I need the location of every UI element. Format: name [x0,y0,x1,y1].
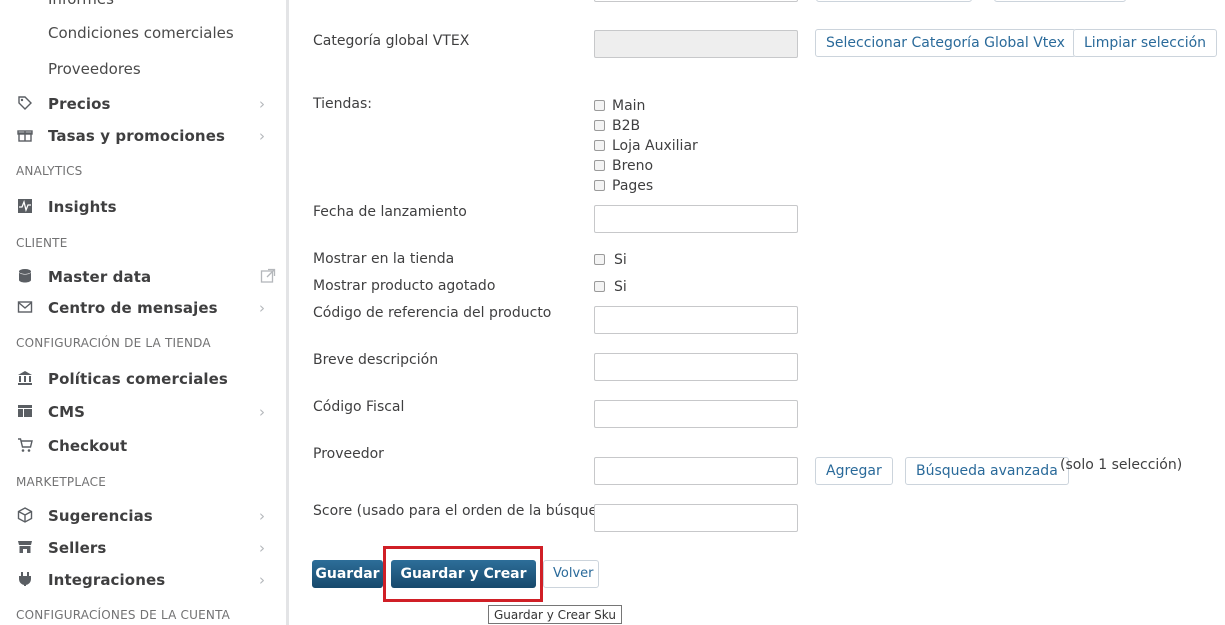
sidebar-item-insights[interactable]: Insights [0,195,286,221]
partial-button[interactable] [816,0,972,2]
section-cliente: CLIENTE [16,236,68,250]
codigo-ref-input[interactable] [594,306,798,334]
sidebar-item-label: CMS [48,403,86,421]
section-analytics: ANALYTICS [16,164,83,178]
fecha-input[interactable] [594,205,798,233]
database-icon [16,268,34,286]
chevron-right-icon: › [259,539,265,557]
categoria-global-label: Categoría global VTEX [313,33,470,49]
sidebar-divider [286,0,289,625]
chevron-right-icon: › [259,571,265,589]
tienda-pages-checkbox[interactable] [594,180,605,191]
sidebar-item-sugerencias[interactable]: Sugerencias › [0,504,286,530]
bank-icon [16,370,34,388]
agotado-option: Si [614,279,627,295]
chevron-right-icon: › [259,507,265,525]
sidebar-item-politicas[interactable]: Políticas comerciales [0,367,286,393]
cart-icon [16,437,34,455]
sidebar-item-label: Checkout [48,437,128,455]
sidebar-item-tasas[interactable]: Tasas y promociones › [0,124,286,150]
sidebar-subitem-informes[interactable]: Informes [48,0,114,8]
chevron-right-icon: › [259,127,265,145]
score-input[interactable] [594,504,798,532]
sidebar-item-mensajes[interactable]: Centro de mensajes › [0,296,286,322]
mostrar-tienda-checkbox[interactable] [594,254,605,265]
sidebar-item-checkout[interactable]: Checkout [0,434,286,460]
fiscal-input[interactable] [594,400,798,428]
mostrar-tienda-option: Si [614,252,627,268]
tienda-label: Loja Auxiliar [612,138,698,154]
solo-seleccion-note: (solo 1 selección) [1060,457,1183,473]
mostrar-tienda-label: Mostrar en la tienda [313,251,455,267]
sidebar-item-sellers[interactable]: Sellers › [0,536,286,562]
tiendas-label: Tiendas: [313,96,372,112]
tienda-main-checkbox[interactable] [594,100,605,111]
proveedor-input[interactable] [594,457,798,485]
external-link-icon [260,268,276,284]
score-label: Score (usado para el orden de la búsqued… [313,503,621,519]
agregar-button[interactable]: Agregar [815,457,893,485]
chevron-right-icon: › [259,299,265,317]
fecha-label: Fecha de lanzamiento [313,204,467,220]
chevron-right-icon: › [259,95,265,113]
sidebar-item-label: Sellers [48,539,107,557]
fiscal-label: Código Fiscal [313,399,405,415]
clear-selection-button[interactable]: Limpiar selección [1073,29,1218,57]
sidebar-item-integraciones[interactable]: Integraciones › [0,568,286,594]
agotado-checkbox[interactable] [594,281,605,292]
box-icon [16,507,34,525]
sidebar-item-precios[interactable]: Precios › [0,92,286,118]
gift-icon [16,127,34,145]
sidebar-item-label: Tasas y promociones [48,127,226,145]
select-category-button[interactable]: Seleccionar Categoría Global Vtex [815,29,1076,57]
chevron-right-icon: › [259,403,265,421]
categoria-global-input [594,30,798,58]
sidebar-item-cms[interactable]: CMS › [0,400,286,426]
volver-button[interactable]: Volver [543,560,599,588]
sidebar-item-label: Sugerencias [48,507,153,525]
sidebar-item-label: Insights [48,198,117,216]
highlight-box [383,546,543,602]
tienda-loja-checkbox[interactable] [594,140,605,151]
codigo-ref-label: Código de referencia del producto [313,305,552,321]
sidebar-item-label: Centro de mensajes [48,299,218,317]
sidebar-item-label: Master data [48,268,152,286]
partial-button[interactable] [994,0,1126,2]
tienda-label: Main [612,98,646,114]
sidebar-item-label: Políticas comerciales [48,370,228,388]
tienda-label: Breno [612,158,654,174]
plug-icon [16,571,34,589]
sidebar-subitem-condiciones[interactable]: Condiciones comerciales [48,24,234,42]
activity-icon [16,198,34,216]
store-icon [16,539,34,557]
section-config-cuenta: CONFIGURACÍONES DE LA CUENTA [16,608,231,622]
mail-icon [16,299,34,317]
busqueda-avanzada-button[interactable]: Búsqueda avanzada [905,457,1069,485]
tooltip: Guardar y Crear Sku [488,605,622,624]
sidebar-item-label: Integraciones [48,571,166,589]
sidebar: Informes Condiciones comerciales Proveed… [0,0,286,625]
breve-input[interactable] [594,353,798,381]
section-marketplace: MARKETPLACE [16,475,107,489]
partial-input[interactable] [594,0,798,2]
agotado-label: Mostrar producto agotado [313,278,496,294]
tienda-label: Pages [612,178,654,194]
breve-label: Breve descripción [313,352,439,368]
tag-icon [16,95,34,113]
tienda-label: B2B [612,118,641,134]
proveedor-label: Proveedor [313,446,384,462]
section-config-tienda: CONFIGURACIÓN DE LA TIENDA [16,336,211,350]
tienda-breno-checkbox[interactable] [594,160,605,171]
guardar-button[interactable]: Guardar [312,560,383,588]
sidebar-item-label: Precios [48,95,111,113]
tienda-b2b-checkbox[interactable] [594,120,605,131]
sidebar-item-master-data[interactable]: Master data [0,265,286,291]
sidebar-subitem-proveedores[interactable]: Proveedores [48,60,141,78]
layout-icon [16,403,34,421]
